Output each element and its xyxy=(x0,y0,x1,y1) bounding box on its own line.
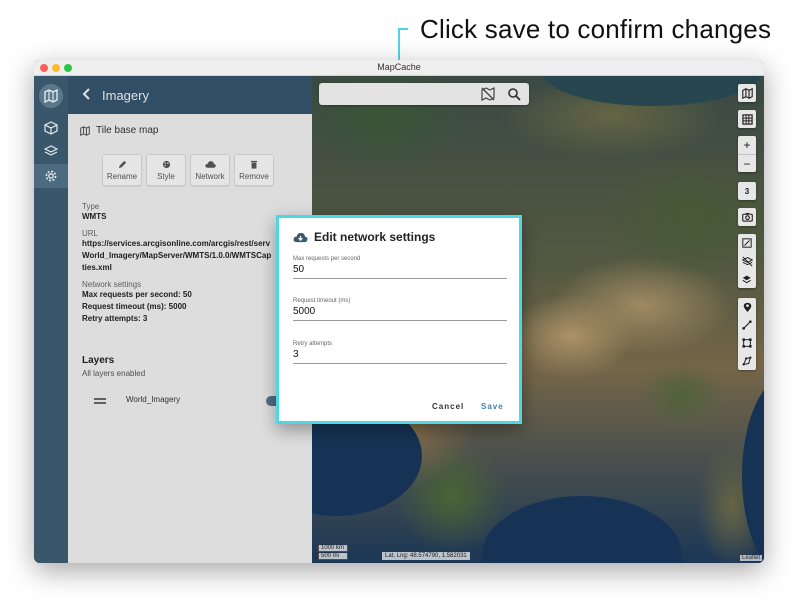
max-requests-input[interactable] xyxy=(293,262,507,278)
dialog-title: Edit network settings xyxy=(314,230,436,244)
callout-text: Click save to confirm changes xyxy=(420,14,772,44)
request-timeout-input[interactable] xyxy=(293,304,507,320)
request-timeout-field: Request timeout (ms) xyxy=(293,298,507,321)
max-requests-field: Max requests per second xyxy=(293,256,507,279)
nav-rail xyxy=(34,76,68,563)
edit-network-dialog: Edit network settings Max requests per s… xyxy=(276,215,522,424)
retry-attempts-field: Retry attempts xyxy=(293,341,507,364)
stage: Click save to confirm changes MapCache I… xyxy=(0,0,800,608)
retry-attempts-input[interactable] xyxy=(293,347,507,363)
cube-icon[interactable] xyxy=(43,120,59,136)
title-bar: MapCache xyxy=(34,60,764,76)
cloud-download-icon xyxy=(293,232,308,242)
app-logo-icon[interactable] xyxy=(39,84,63,108)
layers-icon[interactable] xyxy=(43,143,59,159)
gear-icon[interactable] xyxy=(43,168,59,184)
cancel-button[interactable]: Cancel xyxy=(432,402,464,411)
save-button[interactable]: Save xyxy=(481,402,504,411)
dialog-header: Edit network settings xyxy=(293,230,435,244)
window-title: MapCache xyxy=(377,62,421,72)
